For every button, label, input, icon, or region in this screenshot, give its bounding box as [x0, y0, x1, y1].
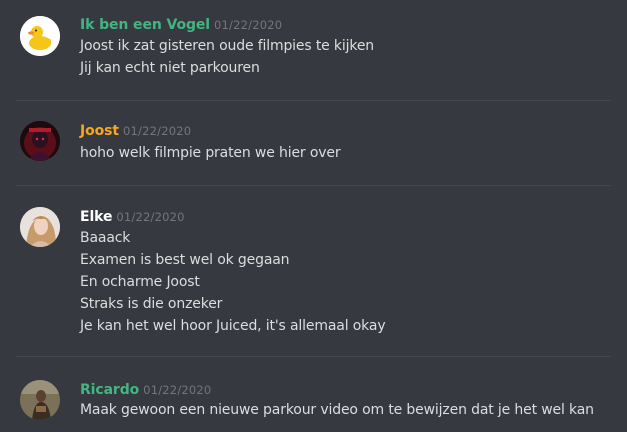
dark-red-avatar-icon[interactable]: [20, 121, 60, 161]
message-header: Elke 01/22/2020: [80, 206, 185, 226]
message-line: Straks is die onzeker: [80, 296, 223, 312]
username[interactable]: Ricardo: [80, 382, 139, 398]
photo-avatar-icon[interactable]: [20, 207, 60, 247]
timestamp: 01/22/2020: [116, 210, 185, 224]
chat-messages: Ik ben een Vogel 01/22/2020 Joost ik zat …: [0, 0, 627, 432]
message-content: hoho welk filmpie praten we hier over: [80, 142, 617, 164]
username[interactable]: Joost: [80, 123, 119, 139]
photo-avatar-icon[interactable]: [20, 380, 60, 420]
message-line: Maak gewoon een nieuwe parkour video om …: [80, 402, 594, 418]
username[interactable]: Elke: [80, 209, 113, 225]
message-line: Jij kan echt niet parkouren: [80, 60, 260, 76]
username[interactable]: Ik ben een Vogel: [80, 17, 210, 33]
duck-avatar-icon[interactable]: [20, 16, 60, 56]
message-content: Baaack Examen is best wel ok gegaan En o…: [80, 227, 617, 337]
message-line: Baaack: [80, 230, 131, 246]
message-header: Ricardo 01/22/2020: [80, 379, 211, 399]
message-content: Joost ik zat gisteren oude filmpies te k…: [80, 35, 617, 79]
message-group: Elke 01/22/2020 Baaack Examen is best wel…: [0, 186, 627, 356]
timestamp: 01/22/2020: [122, 124, 192, 138]
message-line: Je kan het wel hoor Juiced, it's allemaa…: [80, 318, 386, 334]
message-group: Ricardo 01/22/2020 Maak gewoon een nieuwe…: [0, 357, 627, 432]
message-header: Joost 01/22/2020: [80, 120, 191, 140]
message-line: Examen is best wel ok gegaan: [80, 252, 290, 268]
message-content: Maak gewoon een nieuwe parkour video om …: [80, 399, 617, 421]
timestamp: 01/22/2020: [143, 383, 212, 397]
timestamp: 01/22/2020: [214, 18, 283, 32]
message-line: Joost ik zat gisteren oude filmpies te k…: [80, 38, 375, 54]
message-line: hoho welk filmpie praten we hier over: [80, 145, 341, 161]
message-header: Ik ben een Vogel 01/22/2020: [80, 14, 282, 34]
message-group: Joost 01/22/2020 hoho welk filmpie praten…: [0, 101, 627, 185]
message-line: En ocharme Joost: [80, 274, 200, 290]
message-group: Ik ben een Vogel 01/22/2020 Joost ik zat …: [0, 0, 627, 100]
